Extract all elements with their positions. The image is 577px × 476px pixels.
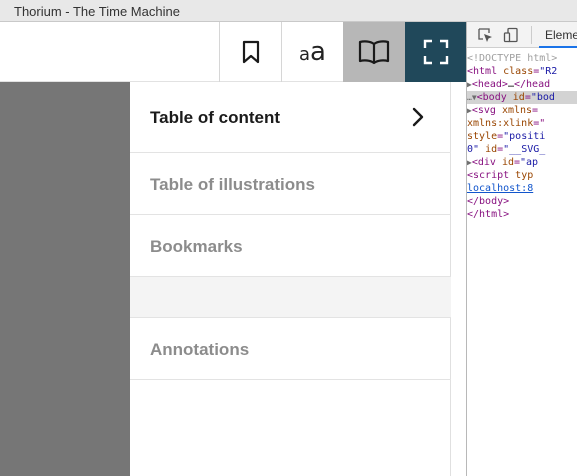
text-size-icon: aa xyxy=(299,39,326,65)
dom-tree-line[interactable]: </html> xyxy=(467,208,577,221)
inspect-element-icon[interactable] xyxy=(477,27,493,43)
text-size-big-glyph: a xyxy=(310,37,326,67)
dom-tree-token: typ xyxy=(515,170,534,181)
dom-tree-token: localhost:8 xyxy=(467,183,534,194)
devtools-toolbar: Eleme xyxy=(467,22,577,48)
chevron-right-icon xyxy=(412,107,424,127)
dom-tree-token: <html xyxy=(467,66,504,77)
menu-item-label: Annotations xyxy=(150,340,250,359)
dom-tree-line[interactable]: 0" id="__SVG_ xyxy=(467,143,577,156)
dom-tree-line[interactable]: <html class="R2 xyxy=(467,65,577,78)
dom-tree-line[interactable]: <!DOCTYPE html> xyxy=(467,52,577,65)
dom-tree-token: "R2 xyxy=(539,66,558,77)
dom-tree-token: <script xyxy=(467,170,516,181)
dom-tree-line[interactable]: style="positi xyxy=(467,130,577,143)
dom-tree-token: </html> xyxy=(467,209,510,220)
bookmark-button[interactable] xyxy=(219,22,281,82)
dom-tree-token: "bod xyxy=(530,92,555,103)
dom-tree-line[interactable]: <script typ xyxy=(467,169,577,182)
dom-tree-indent: …▼ xyxy=(467,93,477,102)
fullscreen-button[interactable] xyxy=(405,22,466,82)
dom-tree-token: style xyxy=(467,131,498,142)
reader-toolbar: aa xyxy=(0,22,466,82)
menu-item-table-of-content[interactable]: Table of content xyxy=(130,82,451,153)
dom-tree-token: id xyxy=(512,92,525,103)
tab-elements-indicator xyxy=(539,46,577,48)
page-dim-overlay[interactable] xyxy=(0,82,130,476)
dom-tree-line[interactable]: ▶<svg xmlns= xyxy=(467,104,577,117)
devtools-pane: Eleme <!DOCTYPE html> <html class="R2 ▶<h… xyxy=(466,22,577,476)
dom-tree-token: id xyxy=(485,144,498,155)
dom-tree-token: = xyxy=(532,105,539,116)
devtools-toolbar-divider xyxy=(531,26,532,44)
table-of-contents-button[interactable] xyxy=(343,22,405,82)
dom-tree[interactable]: <!DOCTYPE html> <html class="R2 ▶<head>…<… xyxy=(467,52,577,221)
dom-tree-line[interactable]: ▶<div id="ap xyxy=(467,156,577,169)
menu-item-label: Bookmarks xyxy=(150,237,243,256)
dom-tree-token: <body xyxy=(476,92,513,103)
dom-tree-token: <head> xyxy=(471,79,508,90)
dom-tree-token: "__SVG_ xyxy=(503,144,546,155)
dom-tree-line[interactable]: …▼<body id="bod xyxy=(467,91,577,104)
dom-tree-token: <!DOCTYPE html> xyxy=(467,53,558,64)
dom-tree-token: xmlns:xlink xyxy=(467,118,534,129)
text-settings-button[interactable]: aa xyxy=(281,22,343,82)
menu-item-label: Table of illustrations xyxy=(150,175,315,194)
dom-tree-token: </body> xyxy=(467,196,510,207)
window-title: Thorium - The Time Machine xyxy=(14,4,180,19)
menu-item-label: Table of content xyxy=(150,108,281,127)
dom-tree-line[interactable]: xmlns:xlink=" xyxy=(467,117,577,130)
window-titlebar: Thorium - The Time Machine xyxy=(0,0,577,22)
dom-tree-token: =" xyxy=(533,118,546,129)
text-size-small-glyph: a xyxy=(299,44,311,65)
tab-elements[interactable]: Eleme xyxy=(545,28,577,42)
dom-tree-token: </head xyxy=(513,79,551,90)
menu-item-bookmarks[interactable]: Bookmarks xyxy=(130,215,451,277)
dom-tree-token: "positi xyxy=(503,131,546,142)
dom-tree-token: 0" xyxy=(467,144,486,155)
dom-tree-line[interactable]: localhost:8 xyxy=(467,182,577,195)
dom-tree-token: xmlns xyxy=(501,105,533,116)
menu-item-annotations[interactable]: Annotations xyxy=(130,318,451,380)
dom-tree-token: <div xyxy=(471,157,502,168)
dom-tree-line[interactable]: ▶<head>…</head xyxy=(467,78,577,91)
navigation-menu-panel: Table of content Table of illustrations … xyxy=(130,82,451,476)
bookmark-icon xyxy=(242,40,259,64)
dom-tree-token: id xyxy=(501,157,514,168)
dom-tree-token: "ap xyxy=(520,157,539,168)
dom-tree-token: <svg xyxy=(471,105,502,116)
device-toolbar-icon[interactable] xyxy=(503,27,519,43)
menu-item-empty xyxy=(130,277,451,318)
fullscreen-icon xyxy=(423,39,448,65)
dom-tree-token: class xyxy=(503,66,534,77)
reader-view: aa Table of content Table of illustratio… xyxy=(0,22,466,476)
dom-tree-line[interactable]: </body> xyxy=(467,195,577,208)
open-book-icon xyxy=(358,40,390,65)
menu-item-table-of-illustrations[interactable]: Table of illustrations xyxy=(130,153,451,215)
